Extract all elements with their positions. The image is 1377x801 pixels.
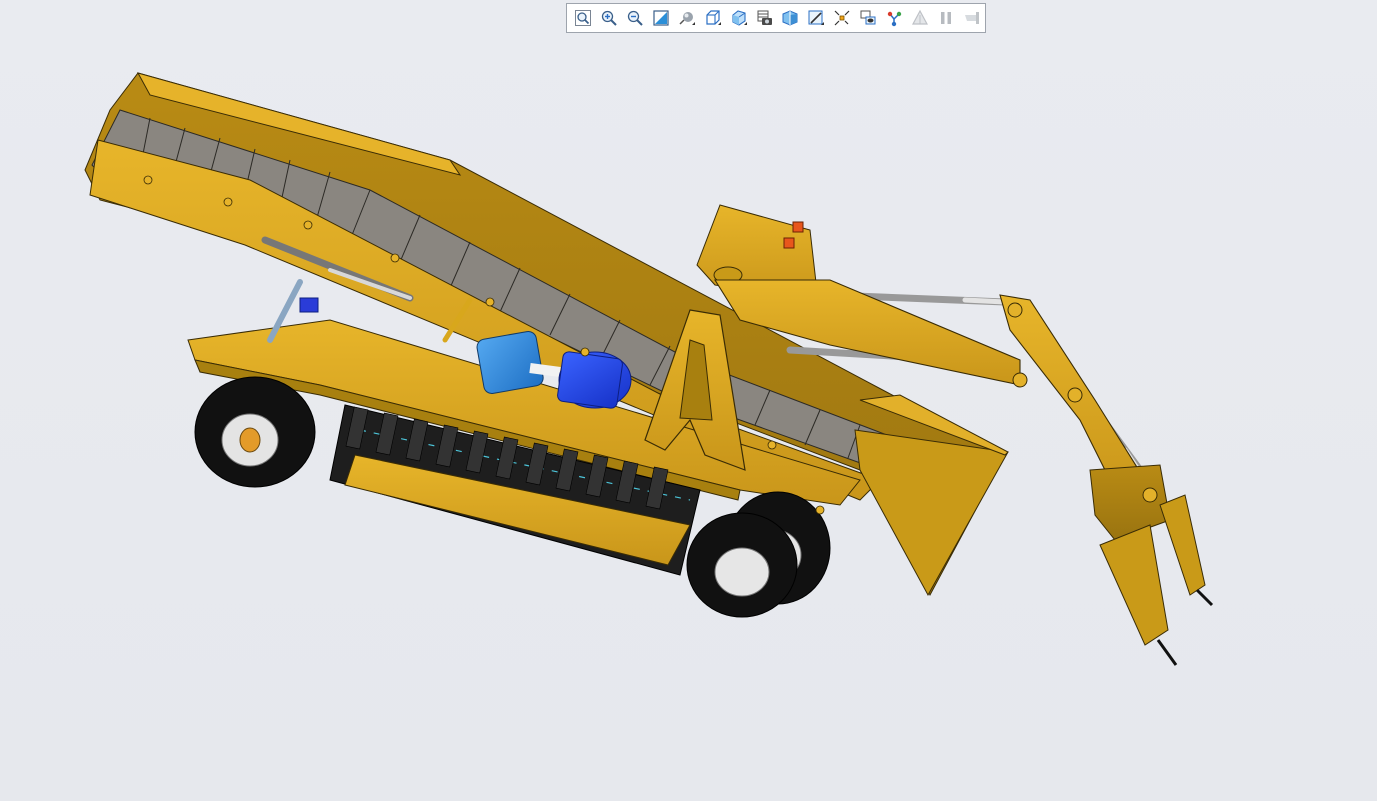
3d-viewport[interactable] [0, 0, 1377, 801]
model-render[interactable] [0, 0, 1377, 801]
wheel-rear-inner [686, 512, 798, 618]
wheel-front-left [194, 376, 316, 488]
